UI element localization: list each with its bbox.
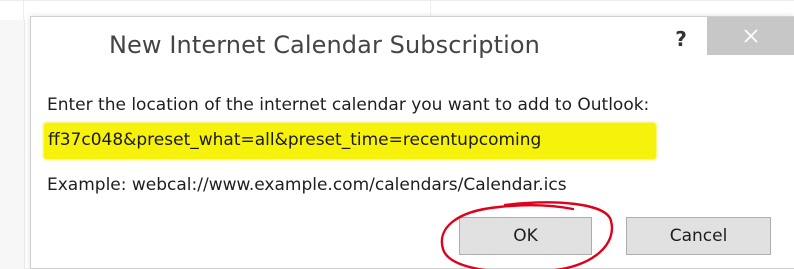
help-button[interactable]: ? <box>667 25 695 53</box>
calendar-url-value: ff37c048&preset_what=all&preset_time=rec… <box>48 130 542 150</box>
cancel-button[interactable]: Cancel <box>626 217 771 255</box>
close-button[interactable] <box>707 17 794 55</box>
subscription-dialog: New Internet Calendar Subscription ? Ent… <box>30 16 794 269</box>
close-icon <box>744 29 758 43</box>
example-text: Example: webcal://www.example.com/calend… <box>47 175 567 195</box>
location-prompt: Enter the location of the internet calen… <box>47 95 650 115</box>
screenshot-stage: New Internet Calendar Subscription ? Ent… <box>0 0 794 269</box>
dialog-title: New Internet Calendar Subscription <box>109 31 540 59</box>
background-app-pane <box>0 20 25 269</box>
ok-button[interactable]: OK <box>459 217 592 255</box>
calendar-url-input[interactable]: ff37c048&preset_what=all&preset_time=rec… <box>44 123 656 159</box>
